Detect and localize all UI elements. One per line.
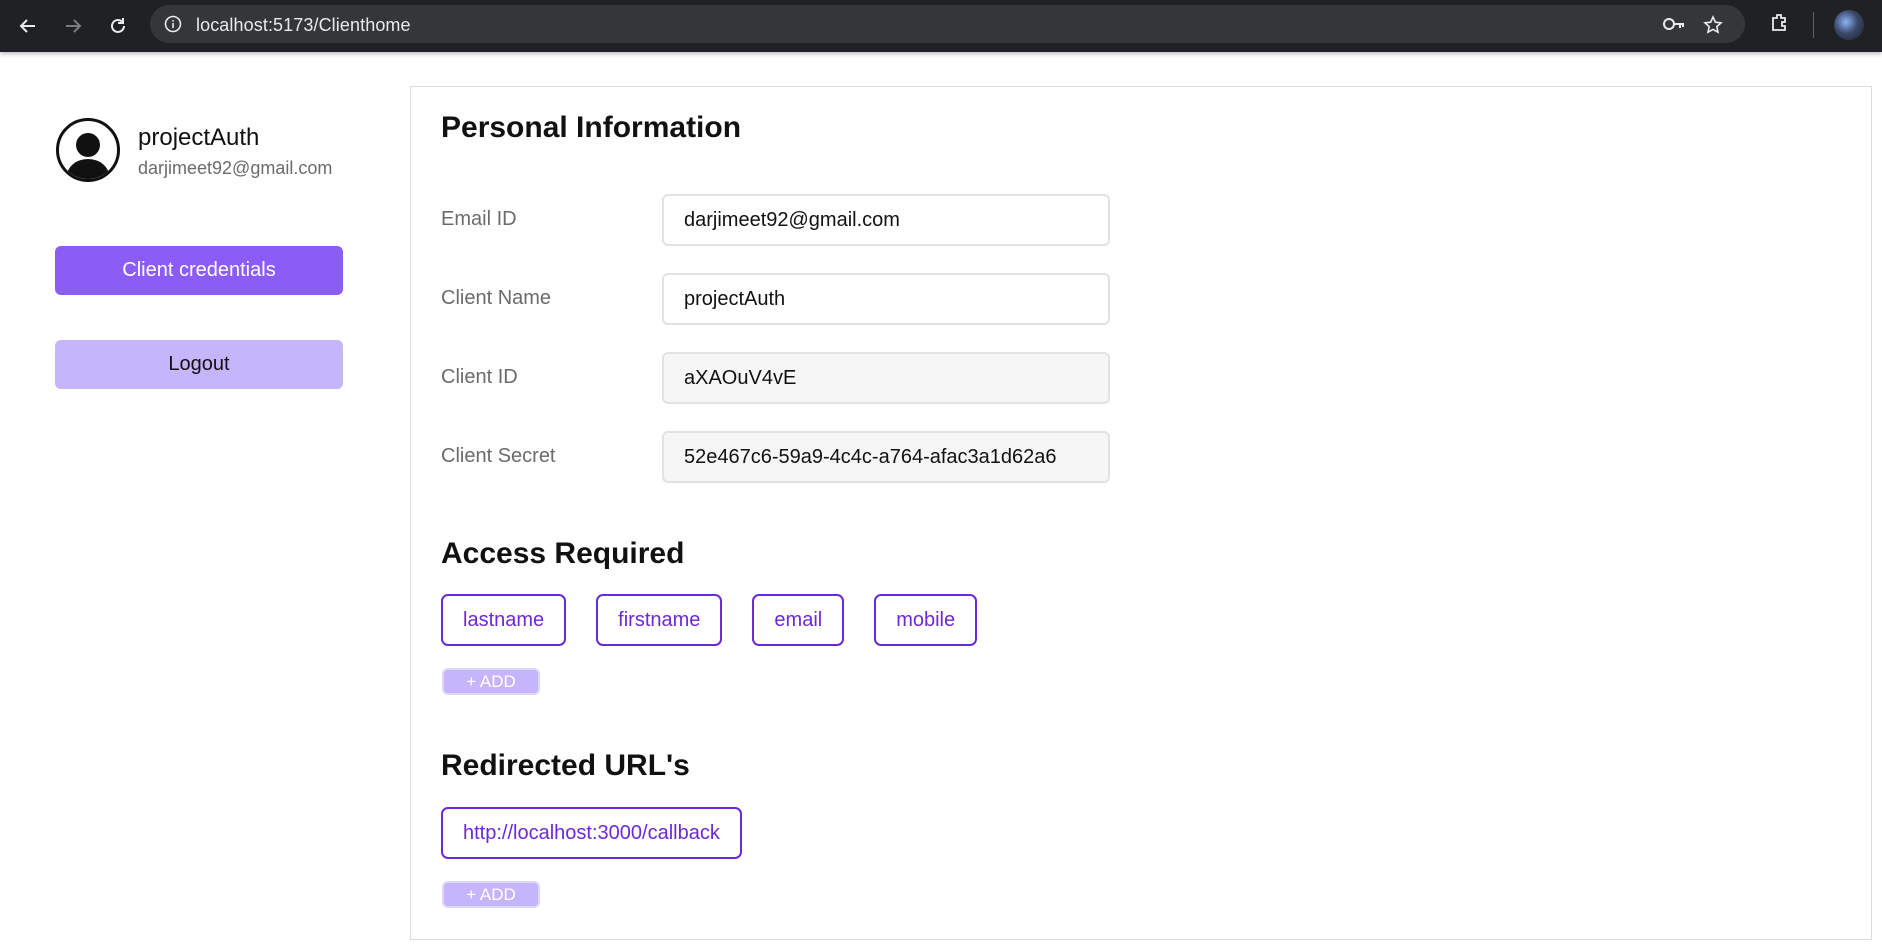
redirect-url-chip[interactable]: http://localhost:3000/callback xyxy=(441,807,742,859)
main-panel: Personal Information Email ID Client Nam… xyxy=(410,86,1872,940)
client-secret-field[interactable] xyxy=(662,431,1110,483)
address-bar[interactable]: localhost:5173/Clienthome xyxy=(150,5,1745,43)
email-field[interactable] xyxy=(662,194,1110,246)
client-credentials-button[interactable]: Client credentials xyxy=(55,246,343,295)
access-scope-list: lastname firstname email mobile xyxy=(441,594,1007,646)
client-name-field[interactable] xyxy=(662,273,1110,325)
profile-card: projectAuth darjimeet92@gmail.com xyxy=(56,118,332,182)
scope-chip-firstname[interactable]: firstname xyxy=(596,594,723,646)
profile-email: darjimeet92@gmail.com xyxy=(138,158,333,178)
scope-chip-mobile[interactable]: mobile xyxy=(874,594,978,646)
logout-button[interactable]: Logout xyxy=(55,340,343,389)
profile-name: projectAuth xyxy=(138,124,260,151)
back-arrow-icon[interactable] xyxy=(13,11,43,41)
forward-arrow-icon[interactable] xyxy=(58,11,88,41)
user-avatar-icon xyxy=(56,118,120,182)
redirected-urls-title: Redirected URL's xyxy=(441,749,690,782)
browser-toolbar: localhost:5173/Clienthome xyxy=(0,0,1882,52)
add-redirect-url-button[interactable]: + ADD xyxy=(442,881,540,908)
access-required-title: Access Required xyxy=(441,537,685,570)
reload-icon[interactable] xyxy=(103,11,133,41)
scope-chip-lastname[interactable]: lastname xyxy=(441,594,567,646)
client-id-label: Client ID xyxy=(441,366,518,388)
add-scope-button[interactable]: + ADD xyxy=(442,668,540,695)
personal-information-title: Personal Information xyxy=(441,111,742,144)
client-secret-label: Client Secret xyxy=(441,445,556,467)
scope-chip-email[interactable]: email xyxy=(752,594,845,646)
extensions-icon[interactable] xyxy=(1768,11,1792,39)
redirect-url-list: http://localhost:3000/callback xyxy=(441,807,772,859)
bookmark-star-icon[interactable] xyxy=(1703,15,1723,39)
client-name-label: Client Name xyxy=(441,287,552,309)
password-key-icon[interactable] xyxy=(1662,15,1686,37)
client-id-field[interactable] xyxy=(662,352,1110,404)
sidebar: projectAuth darjimeet92@gmail.com Client… xyxy=(0,52,400,950)
address-url[interactable]: localhost:5173/Clienthome xyxy=(196,15,411,36)
email-label: Email ID xyxy=(441,208,517,230)
toolbar-divider xyxy=(1813,12,1814,38)
profile-avatar-icon[interactable] xyxy=(1834,10,1864,40)
site-info-icon[interactable] xyxy=(164,15,182,37)
